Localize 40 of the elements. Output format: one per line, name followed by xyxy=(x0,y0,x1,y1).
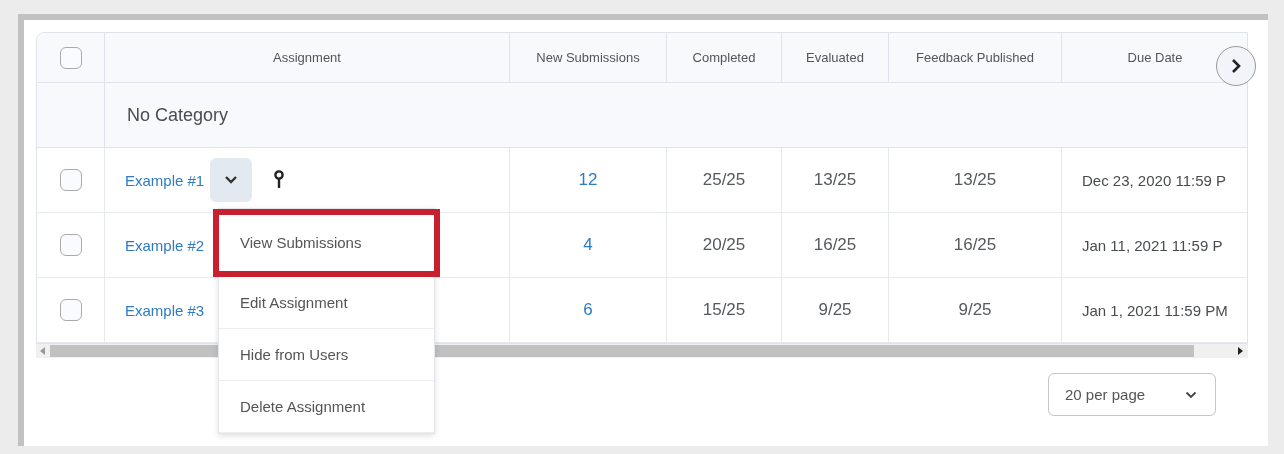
page-size-select[interactable]: 20 per page xyxy=(1048,373,1216,416)
due-date: Dec 23, 2020 11:59 P xyxy=(1082,171,1226,189)
assignment-link[interactable]: Example #3 xyxy=(125,301,205,319)
column-header: Feedback Published xyxy=(888,33,1061,83)
row-checkbox[interactable] xyxy=(59,299,82,321)
menu-item[interactable]: Hide from Users xyxy=(219,329,434,381)
table-cell: 25/25 xyxy=(666,148,781,213)
column-header: Assignment xyxy=(104,33,509,83)
assignment-link[interactable]: Example #2 xyxy=(125,236,205,254)
scroll-left-arrow-icon[interactable] xyxy=(40,347,46,355)
due-date: Jan 11, 2021 11:59 P xyxy=(1082,236,1223,254)
table-cell: 13/25 xyxy=(888,148,1061,213)
submissions-link[interactable]: 6 xyxy=(583,300,593,320)
row-checkbox[interactable] xyxy=(59,169,82,191)
row-checkbox[interactable] xyxy=(59,234,82,256)
chevron-down-icon xyxy=(224,175,239,185)
table-cell: 9/25 xyxy=(781,278,888,343)
table-cell: 13/25 xyxy=(781,148,888,213)
table-cell: 16/25 xyxy=(781,213,888,278)
menu-item[interactable]: View Submissions xyxy=(213,209,440,277)
table-cell: 20/25 xyxy=(666,213,781,278)
chevron-down-icon xyxy=(1185,390,1197,399)
dropdown-button[interactable] xyxy=(210,158,253,202)
assignment-link[interactable]: Example #1 xyxy=(125,171,205,189)
due-date: Jan 1, 2021 11:59 PM xyxy=(1082,301,1228,319)
scroll-right-arrow-icon[interactable] xyxy=(1238,347,1244,355)
submissions-link[interactable]: 4 xyxy=(583,235,593,255)
submissions-link[interactable]: 12 xyxy=(578,170,598,190)
column-header: Evaluated xyxy=(781,33,888,83)
category-label: No Category xyxy=(127,104,229,126)
table-cell: 15/25 xyxy=(666,278,781,343)
chevron-right-icon xyxy=(1230,58,1242,74)
table-cell: 16/25 xyxy=(888,213,1061,278)
table-cell: 9/25 xyxy=(888,278,1061,343)
column-header: Completed xyxy=(666,33,781,83)
menu-item[interactable]: Delete Assignment xyxy=(219,381,434,433)
key-icon xyxy=(274,170,285,190)
select-all-checkbox[interactable] xyxy=(59,46,82,69)
menu-item[interactable]: Edit Assignment xyxy=(219,277,434,329)
column-header: New Submissions xyxy=(509,33,666,83)
